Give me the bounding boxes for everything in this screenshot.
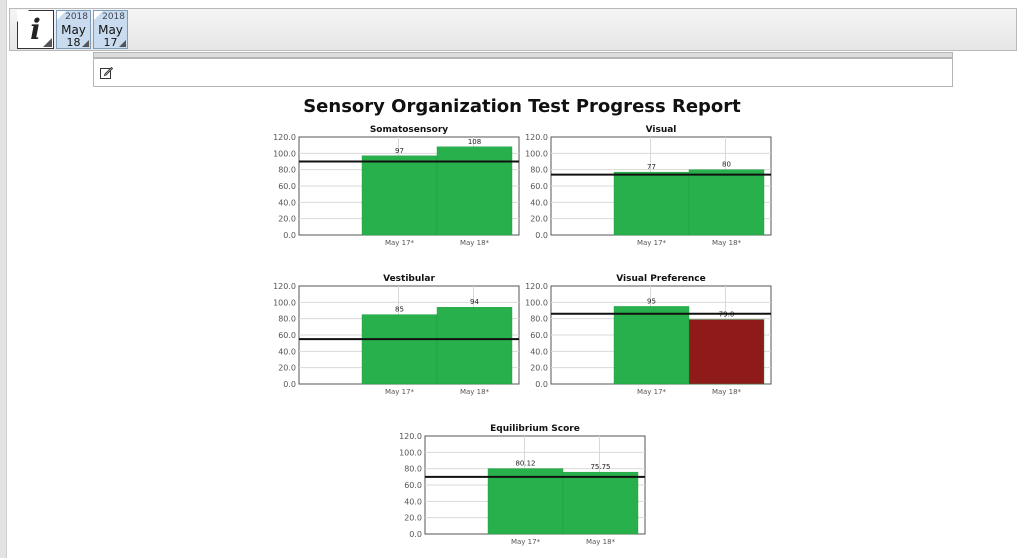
y-tick-label: 120.0: [273, 282, 296, 291]
bar: [436, 146, 513, 236]
x-tick-label: May 18*: [712, 239, 742, 247]
chart-title: Visual Preference: [616, 274, 706, 284]
y-tick-label: 80.0: [404, 465, 422, 474]
y-tick-label: 80.0: [530, 166, 548, 175]
y-tick-label: 0.0: [409, 530, 422, 539]
data-label: 75.75: [590, 463, 610, 471]
y-tick-label: 80.0: [278, 166, 296, 175]
y-tick-label: 20.0: [278, 364, 296, 373]
chart-vestibular: Vestibular 0.0 20.0 40.0 60.0 80.0 100.0 120.0 8…: [273, 274, 520, 396]
y-tick-label: 0.0: [283, 380, 296, 389]
x-tick-label: May 18*: [586, 538, 616, 546]
y-tick-label: 40.0: [530, 198, 548, 207]
chart-title: Somatosensory: [370, 125, 448, 135]
y-tick-label: 100.0: [525, 298, 548, 307]
chart-equilibrium-score: Equilibrium Score 0.0 20.0 40.0 60.0 80.0 100.…: [399, 424, 646, 546]
data-label: 85: [395, 306, 404, 314]
session-year: 2018: [102, 12, 125, 22]
data-label: 97: [395, 147, 404, 155]
y-tick-label: 80.0: [530, 315, 548, 324]
data-label: 80: [722, 161, 731, 169]
chart-title: Vestibular: [383, 274, 435, 284]
bar: [688, 319, 765, 385]
chart-visual: Visual 0.0 20.0 40.0 60.0 80.0 100.0 120.0 77 May…: [525, 125, 772, 247]
session-toolbar: [9, 8, 1017, 51]
data-label: 108: [468, 138, 481, 146]
corner-marker: [119, 40, 126, 47]
y-tick-label: 100.0: [273, 298, 296, 307]
session-month: May: [98, 23, 123, 37]
y-tick-label: 60.0: [278, 331, 296, 340]
y-tick-label: 120.0: [525, 133, 548, 142]
bar: [613, 306, 690, 385]
corner-marker: [82, 40, 89, 47]
bar: [436, 307, 513, 385]
data-label: 80.12: [515, 460, 535, 468]
x-tick-label: May 17*: [385, 239, 415, 247]
session-month: May: [61, 23, 86, 37]
y-tick-label: 0.0: [535, 380, 548, 389]
x-tick-label: May 18*: [712, 388, 742, 396]
chart-title: Equilibrium Score: [490, 424, 580, 434]
y-tick-label: 40.0: [278, 198, 296, 207]
session-year: 2018: [65, 12, 88, 22]
bar: [361, 314, 438, 385]
session-tile-may-17[interactable]: 2018 May 17: [93, 10, 128, 49]
y-tick-label: 20.0: [278, 215, 296, 224]
info-icon[interactable]: i: [17, 10, 54, 49]
y-tick-label: 120.0: [399, 432, 422, 441]
y-tick-label: 20.0: [530, 364, 548, 373]
x-tick-label: May 18*: [460, 388, 490, 396]
y-tick-label: 100.0: [399, 448, 422, 457]
y-tick-label: 0.0: [535, 231, 548, 240]
corner-marker: [43, 38, 52, 47]
y-tick-label: 20.0: [404, 514, 422, 523]
data-label: 77: [647, 163, 656, 171]
y-tick-label: 80.0: [278, 315, 296, 324]
y-tick-label: 100.0: [273, 149, 296, 158]
notes-panel: [93, 58, 953, 87]
x-tick-label: May 17*: [511, 538, 541, 546]
bar: [487, 468, 564, 535]
y-tick-label: 20.0: [530, 215, 548, 224]
data-label: 95: [647, 297, 656, 305]
report-title: Sensory Organization Test Progress Repor…: [303, 96, 741, 117]
y-tick-label: 0.0: [283, 231, 296, 240]
y-tick-label: 60.0: [530, 331, 548, 340]
x-tick-label: May 18*: [460, 239, 490, 247]
bar: [361, 155, 438, 236]
left-border: [0, 0, 7, 558]
y-tick-label: 60.0: [404, 481, 422, 490]
y-tick-label: 40.0: [404, 497, 422, 506]
chart-somatosensory: Somatosensory 0.0 20.0 40.0 60.0 80.0 100.0 120…: [273, 125, 520, 247]
y-tick-label: 40.0: [530, 347, 548, 356]
y-tick-label: 40.0: [278, 347, 296, 356]
x-tick-label: May 17*: [637, 239, 667, 247]
bar: [613, 171, 690, 236]
chart-visual-preference: Visual Preference 0.0 20.0 40.0 60.0 80.0 100.…: [525, 274, 772, 396]
x-tick-label: May 17*: [385, 388, 415, 396]
y-tick-label: 60.0: [530, 182, 548, 191]
session-tile-may-18[interactable]: 2018 May 18: [56, 10, 91, 49]
y-tick-label: 120.0: [525, 282, 548, 291]
bar: [562, 471, 639, 535]
y-tick-label: 100.0: [525, 149, 548, 158]
y-tick-label: 60.0: [278, 182, 296, 191]
chart-title: Visual: [646, 125, 677, 135]
x-tick-label: May 17*: [637, 388, 667, 396]
edit-note-icon[interactable]: [100, 66, 113, 79]
bar: [688, 169, 765, 236]
y-tick-label: 120.0: [273, 133, 296, 142]
data-label: 94: [470, 298, 479, 306]
